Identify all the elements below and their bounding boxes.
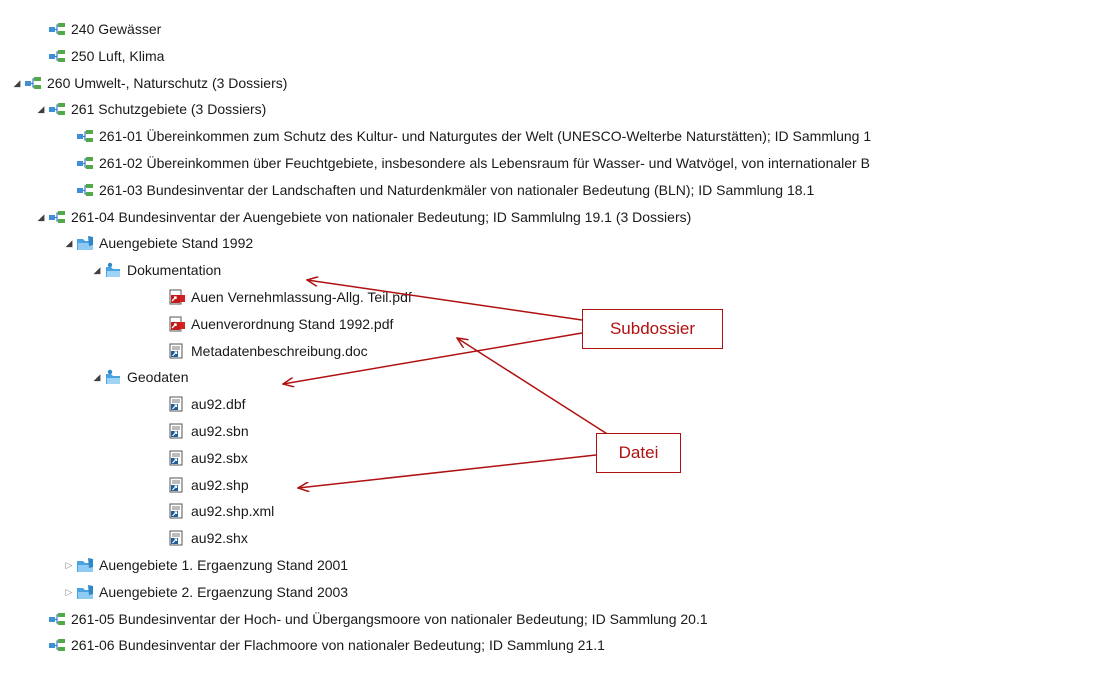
arrow-datei-to-pdf — [457, 338, 613, 438]
arrow-subdossier-to-dokumentation — [307, 280, 583, 321]
annotation-arrows — [0, 0, 613, 677]
callout-datei: Datei — [596, 433, 681, 473]
arrow-subdossier-to-geodaten — [283, 332, 583, 384]
callout-subdossier-label: Subdossier — [609, 319, 696, 338]
callout-datei-label: Datei — [618, 443, 659, 462]
arrow-datei-to-sbx — [298, 454, 597, 488]
callout-subdossier: Subdossier — [582, 309, 723, 349]
